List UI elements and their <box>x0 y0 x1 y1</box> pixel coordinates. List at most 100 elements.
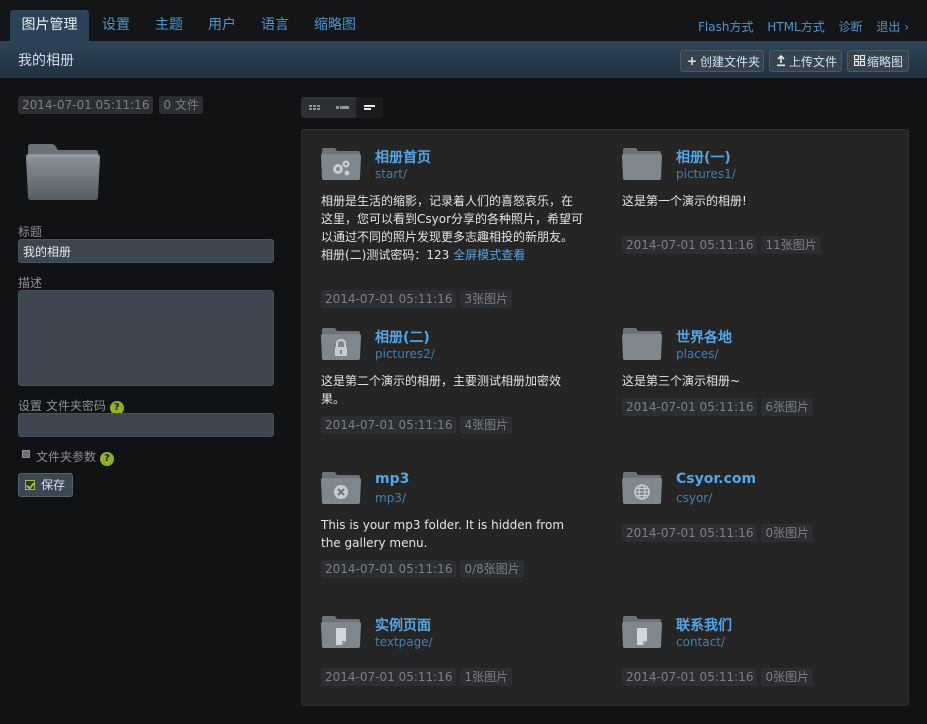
album-description: 这是第三个演示相册~ <box>622 374 741 388</box>
album-meta: 2014-07-01 05:11:16 11张图片 <box>622 236 825 254</box>
album-description: 相册是生活的缩影，记录着人们的喜怒哀乐，在这里，您可以看到Csyor分享的各种照… <box>321 192 583 264</box>
settings-folder-icon[interactable] <box>321 147 361 181</box>
album-date: 2014-07-01 05:11:16 <box>321 668 457 686</box>
album-date: 2014-07-01 05:11:16 <box>622 524 758 542</box>
page-folder-icon[interactable] <box>321 615 361 649</box>
folder-date: 2014-07-01 05:11:16 <box>18 96 154 114</box>
album-name-link[interactable]: 世界各地 <box>676 327 732 347</box>
album-meta: 2014-07-01 05:11:16 6张图片 <box>622 398 817 416</box>
locked-folder-icon[interactable] <box>321 327 361 361</box>
album-date: 2014-07-01 05:11:16 <box>321 560 457 578</box>
album-image-count: 0张图片 <box>761 524 814 542</box>
upload-file-label: 上传文件 <box>789 55 838 69</box>
album-path: mp3/ <box>375 491 406 505</box>
album-meta: 2014-07-01 05:11:16 0/8张图片 <box>321 560 528 578</box>
album-name-link[interactable]: 相册首页 <box>375 147 431 167</box>
album-meta: 2014-07-01 05:11:16 0张图片 <box>622 524 817 542</box>
album-path: start/ <box>375 167 407 181</box>
album-date: 2014-07-01 05:11:16 <box>622 398 758 416</box>
fullscreen-view-link[interactable]: 全屏模式查看 <box>453 248 525 262</box>
create-folder-button[interactable]: + 创建文件夹 <box>680 50 764 72</box>
album-image-count: 3张图片 <box>460 290 513 308</box>
tab-settings[interactable]: 设置 <box>91 10 141 41</box>
description-label: 描述 <box>18 276 43 290</box>
album-name-link[interactable]: 相册(二) <box>375 327 430 347</box>
album-path: pictures1/ <box>676 167 736 181</box>
tab-users[interactable]: 用户 <box>197 10 247 41</box>
album-description: 这是第二个演示的相册，主要测试相册加密效果。 <box>321 374 562 406</box>
folder-params-checkbox[interactable] <box>22 450 30 458</box>
album-meta: 2014-07-01 05:11:16 1张图片 <box>321 668 516 686</box>
list-view-icon <box>336 106 349 109</box>
save-button[interactable]: 保存 <box>18 473 73 497</box>
album-path: places/ <box>676 347 719 361</box>
create-folder-label: 创建文件夹 <box>700 55 761 69</box>
album-name-link[interactable]: mp3 <box>375 471 409 487</box>
album-panel: 相册首页 start/ 相册是生活的缩影，记录着人们的喜怒哀乐，在这里，您可以看… <box>301 129 909 706</box>
album-image-count: 1张图片 <box>460 668 513 686</box>
title-bar: 我的相册 + 创建文件夹 上传文件 缩略图 <box>0 41 927 78</box>
html-mode-link[interactable]: HTML方式 <box>767 20 824 34</box>
page-title: 我的相册 <box>18 53 74 69</box>
album-image-count: 0/8张图片 <box>460 560 524 578</box>
album-image-count: 6张图片 <box>761 398 814 416</box>
hidden-folder-icon[interactable] <box>321 471 361 505</box>
logout-link[interactable]: 退出 › <box>876 20 909 34</box>
help-icon[interactable]: ? <box>100 452 115 466</box>
album-name-link[interactable]: 相册(一) <box>676 147 731 167</box>
album-description: 这是第一个演示的相册! <box>622 194 747 208</box>
tab-theme[interactable]: 主题 <box>144 10 194 41</box>
title-input[interactable] <box>18 239 274 263</box>
album-image-count: 11张图片 <box>761 236 821 254</box>
album-description: This is your mp3 folder. It is hidden fr… <box>321 518 565 550</box>
folder-params-row: 文件夹参数? <box>36 448 115 466</box>
grid-view-button[interactable] <box>301 97 328 118</box>
diagnose-link[interactable]: 诊断 <box>839 20 863 34</box>
folder-icon[interactable] <box>622 147 662 181</box>
password-input[interactable] <box>18 413 274 437</box>
album-description-text: 相册是生活的缩影，记录着人们的喜怒哀乐，在这里，您可以看到Csyor分享的各种照… <box>321 194 584 262</box>
upload-file-button[interactable]: 上传文件 <box>769 50 842 72</box>
top-navigation: 图片管理 设置 主题 用户 语言 缩略图 Flash方式 HTML方式 诊断 退… <box>0 0 927 41</box>
thumbnails-button[interactable]: 缩略图 <box>847 50 909 72</box>
detail-view-icon <box>364 105 375 110</box>
folder-params-label: 文件夹参数 <box>36 450 97 464</box>
tab-thumbnails[interactable]: 缩略图 <box>305 10 365 41</box>
upload-icon <box>775 51 787 71</box>
album-date: 2014-07-01 05:11:16 <box>321 290 457 308</box>
album-path: contact/ <box>676 635 725 649</box>
globe-folder-icon[interactable] <box>622 471 662 505</box>
folder-meta: 2014-07-01 05:11:16 0 文件 <box>18 96 209 114</box>
view-switcher <box>301 97 383 118</box>
album-name-link[interactable]: Csyor.com <box>676 471 756 487</box>
folder-icon <box>26 144 100 200</box>
album-name-link[interactable]: 实例页面 <box>375 615 431 635</box>
grid-view-icon <box>309 105 320 110</box>
detail-view-button[interactable] <box>356 97 383 118</box>
album-date: 2014-07-01 05:11:16 <box>622 668 758 686</box>
album-image-count: 4张图片 <box>460 416 513 434</box>
album-date: 2014-07-01 05:11:16 <box>622 236 758 254</box>
save-label: 保存 <box>41 478 66 492</box>
tab-image-management[interactable]: 图片管理 <box>10 10 89 41</box>
album-meta: 2014-07-01 05:11:16 0张图片 <box>622 668 817 686</box>
flash-mode-link[interactable]: Flash方式 <box>698 20 753 34</box>
password-label: 设置 文件夹密码 <box>18 399 106 413</box>
tab-language[interactable]: 语言 <box>250 10 300 41</box>
list-view-button[interactable] <box>329 97 356 118</box>
grid-icon <box>853 51 865 71</box>
description-textarea[interactable] <box>18 290 274 386</box>
thumbnails-label: 缩略图 <box>867 55 904 69</box>
page-folder-icon[interactable] <box>622 615 662 649</box>
album-path: csyor/ <box>676 491 713 505</box>
plus-icon: + <box>686 54 698 68</box>
album-meta: 2014-07-01 05:11:16 4张图片 <box>321 416 516 434</box>
album-path: textpage/ <box>375 635 433 649</box>
album-date: 2014-07-01 05:11:16 <box>321 416 457 434</box>
folder-icon[interactable] <box>622 327 662 361</box>
title-label: 标题 <box>18 225 43 239</box>
album-name-link[interactable]: 联系我们 <box>676 615 732 635</box>
album-meta: 2014-07-01 05:11:16 3张图片 <box>321 290 516 308</box>
album-image-count: 0张图片 <box>761 668 814 686</box>
top-links: Flash方式 HTML方式 诊断 退出 › <box>688 18 909 35</box>
